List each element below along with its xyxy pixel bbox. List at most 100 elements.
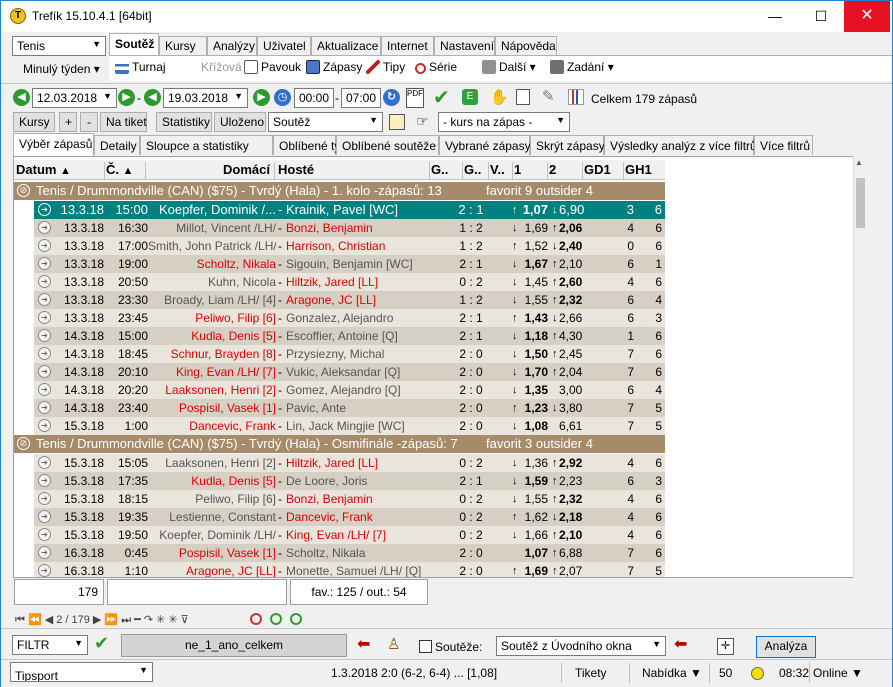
row-arrow-icon[interactable]: ➔	[38, 365, 51, 378]
menu-tab-3[interactable]: Analýzy	[207, 36, 257, 55]
maximize-button[interactable]: ☐	[798, 1, 844, 32]
matches-grid[interactable]: Datum ▲ Č. ▲ Domácí Hosté G.. G.. V.. 1 …	[13, 156, 866, 578]
table-row[interactable]: ➔ 16.3.18 1:10 Aragone, JC [LL] - Monette, Sa…	[34, 562, 665, 577]
row-arrow-icon[interactable]: ➔	[38, 383, 51, 396]
grid-tab-8[interactable]: Výsledky analýz z více filtrů	[604, 135, 757, 155]
col-v[interactable]: V..	[490, 162, 513, 180]
table-row[interactable]: ➔ 13.3.18 23:30 Broady, Liam /LH/ [4] - Arago…	[34, 291, 665, 309]
document-icon[interactable]	[516, 89, 530, 105]
row-arrow-icon[interactable]: ➔	[38, 293, 51, 306]
crosshair-icon[interactable]: ✛	[717, 638, 734, 655]
row-arrow-icon[interactable]: ➔	[38, 401, 51, 414]
filter-select[interactable]: FILTR ▼	[12, 635, 88, 655]
check-icon[interactable]: ✔	[433, 85, 450, 110]
table-row[interactable]: ➔ 13.3.18 20:50 Kuhn, Nicola - Hiltzik, Jared…	[34, 273, 665, 291]
group-header[interactable]: ⊘ Tenis / Drummondville (CAN) ($75) - Tvr…	[14, 182, 665, 200]
grid-tab-7[interactable]: Skrýt zápasy	[530, 135, 605, 155]
grid-tab-3[interactable]: Sloupce a statistiky	[140, 135, 273, 155]
row-arrow-icon[interactable]: ➔	[38, 239, 51, 252]
grid-tab-4[interactable]: Oblíbené týmy	[273, 135, 356, 155]
time-to-input[interactable]: 07:00	[341, 88, 381, 108]
vertical-scrollbar[interactable]: ▲	[853, 156, 866, 578]
kurs-select[interactable]: - kurs na zápas - ▼	[438, 112, 570, 132]
export-icon[interactable]	[389, 114, 405, 130]
expand-icon[interactable]: ⊘	[17, 184, 30, 197]
turnaj-button[interactable]: Turnaj	[115, 60, 166, 74]
menu-tab-7[interactable]: Nastavení	[434, 36, 495, 55]
table-row[interactable]: ➔ 15.3.18 1:00 Dancevic, Frank - Lin, Jack Mi…	[34, 417, 665, 435]
minus-button[interactable]: -	[80, 112, 98, 132]
tipy-button[interactable]: Tipy	[366, 60, 405, 74]
col-g1[interactable]: G..	[431, 162, 463, 180]
filter-name[interactable]: ne_1_ano_celkem	[121, 634, 347, 657]
col-domaci[interactable]: Domácí	[147, 162, 275, 180]
grid-tab-2[interactable]: Detaily	[94, 135, 140, 155]
statistiky-button[interactable]: Statistiky	[156, 112, 212, 132]
table-row[interactable]: ➔ 13.3.18 23:45 Peliwo, Filip [6] - Gonzalez,…	[34, 309, 665, 327]
grid-tab-6[interactable]: Vybrané zápasy	[439, 135, 531, 155]
table-row[interactable]: ➔ 15.3.18 15:05 Laaksonen, Henri [2] - Hiltzi…	[34, 454, 665, 472]
col-cislo[interactable]: Č. ▲	[106, 162, 146, 180]
prev-date-icon[interactable]: ◀	[13, 89, 30, 106]
row-arrow-icon[interactable]: ➔	[38, 510, 51, 523]
pdf-icon[interactable]: PDF	[406, 88, 424, 108]
table-row[interactable]: ➔ 15.3.18 17:35 Kudla, Denis [5] - De Loore, …	[34, 472, 665, 490]
ulozeno-button[interactable]: Uloženo	[214, 112, 266, 132]
menu-tab-2[interactable]: Kursy	[159, 36, 207, 55]
excel-icon[interactable]: E	[462, 89, 478, 105]
souteze-checkbox[interactable]	[419, 640, 432, 653]
close-button[interactable]: ✕	[844, 1, 890, 32]
table-row[interactable]: ➔ 16.3.18 0:45 Pospisil, Vasek [1] - Scholtz,…	[34, 544, 665, 562]
pavouk-button[interactable]: Pavouk	[244, 60, 301, 74]
table-row[interactable]: ➔ 13.3.18 17:00 Smith, John Patrick /LH/- Ha…	[34, 237, 665, 255]
menu-tab-6[interactable]: Internet	[381, 36, 434, 55]
analyza-button[interactable]: Analýza	[756, 636, 816, 658]
table-row[interactable]: ➔ 13.3.18 19:00 Scholtz, Nikala - Sigouin, Be…	[34, 255, 665, 273]
zapasy-button[interactable]: Zápasy	[306, 60, 362, 74]
table-row[interactable]: ➔ 15.3.18 19:50 Koepfer, Dominik /LH/- King,…	[34, 526, 665, 544]
row-arrow-icon[interactable]: ➔	[38, 456, 51, 469]
date-from-input[interactable]: 12.03.2018 ▼	[32, 88, 117, 108]
dalsi-menu[interactable]: Další ▾	[482, 60, 536, 74]
table-row[interactable]: ➔ 14.3.18 18:45 Schnur, Brayden [8] - Przysie…	[34, 345, 665, 363]
na-tiket-button[interactable]: Na tiket	[100, 112, 147, 132]
row-arrow-icon[interactable]: ➔	[38, 528, 51, 541]
table-row[interactable]: ➔ 13.3.18 16:30 Millot, Vincent /LH/- Bonzi,…	[34, 219, 665, 237]
stop-icon[interactable]	[250, 613, 262, 625]
grid-tab-9[interactable]: Více filtrů	[754, 135, 813, 155]
row-arrow-icon[interactable]: ➔	[38, 311, 51, 324]
row-arrow-icon[interactable]: ➔	[38, 329, 51, 342]
row-arrow-icon[interactable]: ➔	[38, 275, 51, 288]
col-hoste[interactable]: Hosté	[276, 162, 430, 180]
scroll-thumb[interactable]	[856, 178, 865, 228]
col-gd1[interactable]: GD1	[584, 162, 624, 180]
col-gh1[interactable]: GH1	[625, 162, 665, 180]
period-menu[interactable]: Minulý týden ▾	[23, 62, 100, 76]
table-row[interactable]: ➔ 14.3.18 20:10 King, Evan /LH/ [7] - Vukic, …	[34, 363, 665, 381]
expand-icon[interactable]: ⊘	[17, 437, 30, 450]
reload-icon[interactable]	[290, 613, 302, 625]
krizova-button[interactable]: Křížová	[201, 60, 242, 74]
table-row[interactable]: ➔ 15.3.18 18:15 Peliwo, Filip [6] - Bonzi, Be…	[34, 490, 665, 508]
record-navigator[interactable]: ⏮ ⏪ ◀ 2 / 179 ▶ ⏩ ⏭ ━ ↷ ✳ ✳ ⊽	[15, 613, 189, 627]
row-arrow-icon[interactable]: ➔	[38, 546, 51, 559]
online-menu[interactable]: Online ▼	[813, 666, 863, 680]
souteze-select[interactable]: Soutěž z Úvodního okna ▼	[496, 636, 666, 656]
row-arrow-icon[interactable]: ➔	[38, 347, 51, 360]
sport-select[interactable]: Tenis ▼	[12, 36, 106, 56]
menu-tab-8[interactable]: Nápověda	[495, 36, 557, 55]
plus-button[interactable]: +	[59, 112, 77, 132]
group-header[interactable]: ⊘ Tenis / Drummondville (CAN) ($75) - Tvr…	[14, 435, 665, 453]
col-1[interactable]: 1	[514, 162, 548, 180]
row-arrow-icon[interactable]: ➔	[38, 257, 51, 270]
clock-icon[interactable]: ◷	[274, 89, 291, 106]
table-row[interactable]: ➔ 14.3.18 23:40 Pospisil, Vasek [1] - Pavic, …	[34, 399, 665, 417]
hand-icon[interactable]: ✋	[490, 88, 509, 106]
table-row[interactable]: ➔ 14.3.18 15:00 Kudla, Denis [5] - Escoffier,…	[34, 327, 665, 345]
serie-button[interactable]: Série	[415, 60, 457, 74]
apply-filter-icon[interactable]: ✔	[94, 633, 109, 654]
minimize-button[interactable]: —	[752, 1, 798, 32]
person-icon[interactable]: ♙	[387, 635, 400, 653]
col-g2[interactable]: G..	[464, 162, 489, 180]
row-arrow-icon[interactable]: ➔	[38, 203, 51, 216]
